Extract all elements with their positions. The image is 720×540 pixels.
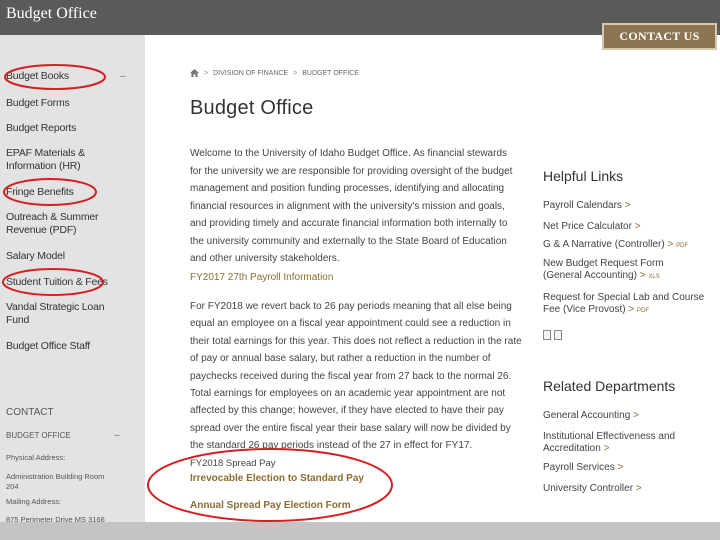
xls-file-icon bbox=[554, 330, 562, 340]
window-title: Budget Office bbox=[6, 5, 97, 22]
helpful-link-net-price[interactable]: Net Price Calculator > bbox=[543, 221, 713, 233]
sidebar-item-label: Vandal Strategic Loan Fund bbox=[6, 301, 105, 326]
sidebar-item-vandal-loan[interactable]: Vandal Strategic Loan Fund bbox=[6, 301, 106, 327]
contact-heading: CONTACT bbox=[6, 407, 54, 418]
related-link-general-accounting[interactable]: General Accounting > bbox=[543, 410, 713, 422]
mailing-address-label: Mailing Address: bbox=[6, 497, 62, 506]
collapse-icon[interactable]: – bbox=[114, 430, 120, 441]
sidebar-item-student-tuition[interactable]: Student Tuition & Fees bbox=[6, 276, 136, 289]
pdf-file-icon bbox=[543, 330, 551, 340]
home-icon[interactable] bbox=[190, 69, 199, 77]
sidebar-item-label: Outreach & Summer Revenue (PDF) bbox=[6, 211, 99, 236]
bottom-bar bbox=[0, 522, 720, 540]
chevron-right-icon: > bbox=[628, 304, 635, 315]
sidebar-item-budget-reports[interactable]: Budget Reports bbox=[6, 122, 136, 135]
chevron-right-icon: > bbox=[603, 443, 610, 454]
breadcrumb: > DIVISION OF FINANCE > BUDGET OFFICE bbox=[190, 69, 359, 77]
file-type-badge: PDF bbox=[676, 243, 689, 249]
link-label: Payroll Services bbox=[543, 462, 615, 473]
sidebar-item-label: Student Tuition & Fees bbox=[6, 276, 108, 288]
sidebar-item-budget-books[interactable]: Budget Books – bbox=[6, 70, 136, 83]
helpful-link-budget-request[interactable]: New Budget Request Form (General Account… bbox=[543, 258, 703, 283]
irrevocable-election-link[interactable]: Irrevocable Election to Standard Pay bbox=[190, 473, 364, 484]
link-label: University Controller bbox=[543, 483, 634, 494]
link-label: G & A Narrative (Controller) bbox=[543, 239, 665, 250]
helpful-links-heading: Helpful Links bbox=[543, 168, 624, 184]
sidebar-item-label: EPAF Materials & Information (HR) bbox=[6, 147, 85, 172]
payroll-info-link[interactable]: FY2017 27th Payroll Information bbox=[190, 272, 333, 283]
contact-us-button[interactable]: CONTACT US bbox=[602, 23, 717, 50]
link-label: Request for Special Lab and Course Fee (… bbox=[543, 292, 705, 315]
file-type-badge: XLS bbox=[648, 274, 660, 280]
sidebar-item-budget-forms[interactable]: Budget Forms bbox=[6, 97, 136, 110]
sidebar-item-label: Salary Model bbox=[6, 250, 65, 262]
helpful-link-special-lab[interactable]: Request for Special Lab and Course Fee (… bbox=[543, 292, 708, 317]
chevron-right-icon: > bbox=[635, 483, 642, 494]
sidebar-item-label: Budget Office Staff bbox=[6, 340, 90, 352]
related-link-university-controller[interactable]: University Controller > bbox=[543, 483, 713, 495]
page-title: Budget Office bbox=[190, 97, 314, 119]
related-link-institutional-effectiveness[interactable]: Institutional Effectiveness and Accredit… bbox=[543, 431, 693, 455]
contact-office: BUDGET OFFICE bbox=[6, 431, 71, 440]
sidebar-item-epaf[interactable]: EPAF Materials & Information (HR) bbox=[6, 147, 106, 173]
file-type-icons bbox=[543, 330, 562, 340]
collapse-icon[interactable]: – bbox=[120, 70, 126, 83]
intro-paragraph: Welcome to the University of Idaho Budge… bbox=[190, 148, 513, 264]
chevron-right-icon: > bbox=[633, 410, 639, 421]
sidebar-item-fringe-benefits[interactable]: Fringe Benefits bbox=[6, 186, 136, 199]
sidebar-item-label: Budget Forms bbox=[6, 97, 70, 109]
link-label: New Budget Request Form (General Account… bbox=[543, 258, 664, 281]
sidebar-item-budget-staff[interactable]: Budget Office Staff bbox=[6, 340, 136, 353]
helpful-link-payroll-calendars[interactable]: Payroll Calendars > bbox=[543, 200, 713, 212]
physical-address-label: Physical Address: bbox=[6, 453, 66, 462]
helpful-link-ga-narrative[interactable]: G & A Narrative (Controller) > PDF bbox=[543, 239, 713, 252]
file-type-badge: PDF bbox=[637, 308, 650, 314]
link-label: Net Price Calculator bbox=[543, 221, 632, 232]
chevron-right-icon: > bbox=[624, 200, 631, 211]
breadcrumb-separator: > bbox=[293, 69, 298, 77]
sidebar-item-salary-model[interactable]: Salary Model bbox=[6, 250, 136, 263]
related-link-payroll-services[interactable]: Payroll Services > bbox=[543, 462, 713, 474]
breadcrumb-separator: > bbox=[204, 69, 209, 77]
chevron-right-icon: > bbox=[667, 239, 674, 250]
link-label: Payroll Calendars bbox=[543, 200, 622, 211]
breadcrumb-item-budget[interactable]: BUDGET OFFICE bbox=[302, 70, 359, 77]
chevron-right-icon: > bbox=[617, 462, 624, 473]
spread-pay-label: FY2018 Spread Pay bbox=[190, 458, 276, 469]
sidebar-item-label: Budget Books bbox=[6, 70, 69, 82]
payroll-paragraph: For FY2018 we revert back to 26 pay peri… bbox=[190, 301, 522, 452]
chevron-right-icon: > bbox=[639, 270, 646, 281]
sidebar-item-label: Budget Reports bbox=[6, 122, 77, 134]
spread-pay-form-link[interactable]: Annual Spread Pay Election Form bbox=[190, 500, 351, 511]
sidebar-item-label: Fringe Benefits bbox=[6, 186, 74, 198]
sidebar-item-outreach[interactable]: Outreach & Summer Revenue (PDF) bbox=[6, 211, 106, 237]
related-departments-heading: Related Departments bbox=[543, 378, 676, 394]
link-label: General Accounting bbox=[543, 410, 631, 421]
chevron-right-icon: > bbox=[634, 221, 641, 232]
physical-address-value: Administration Building Room 204 bbox=[6, 472, 105, 491]
breadcrumb-item-division[interactable]: DIVISION OF FINANCE bbox=[213, 70, 288, 77]
